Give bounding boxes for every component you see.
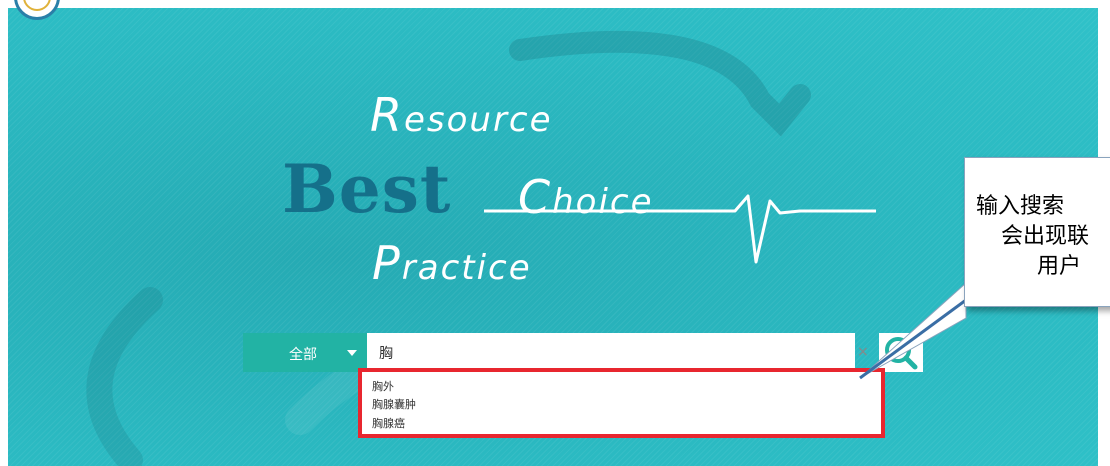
- callout-line: 会出现联: [1001, 224, 1090, 249]
- callout-line: 用户: [1037, 254, 1082, 279]
- callout-line: 输入搜索: [976, 194, 1065, 219]
- callout-pointer: [859, 281, 967, 380]
- annotation-callout: 输入搜索 会出现联 用户: [964, 157, 1110, 307]
